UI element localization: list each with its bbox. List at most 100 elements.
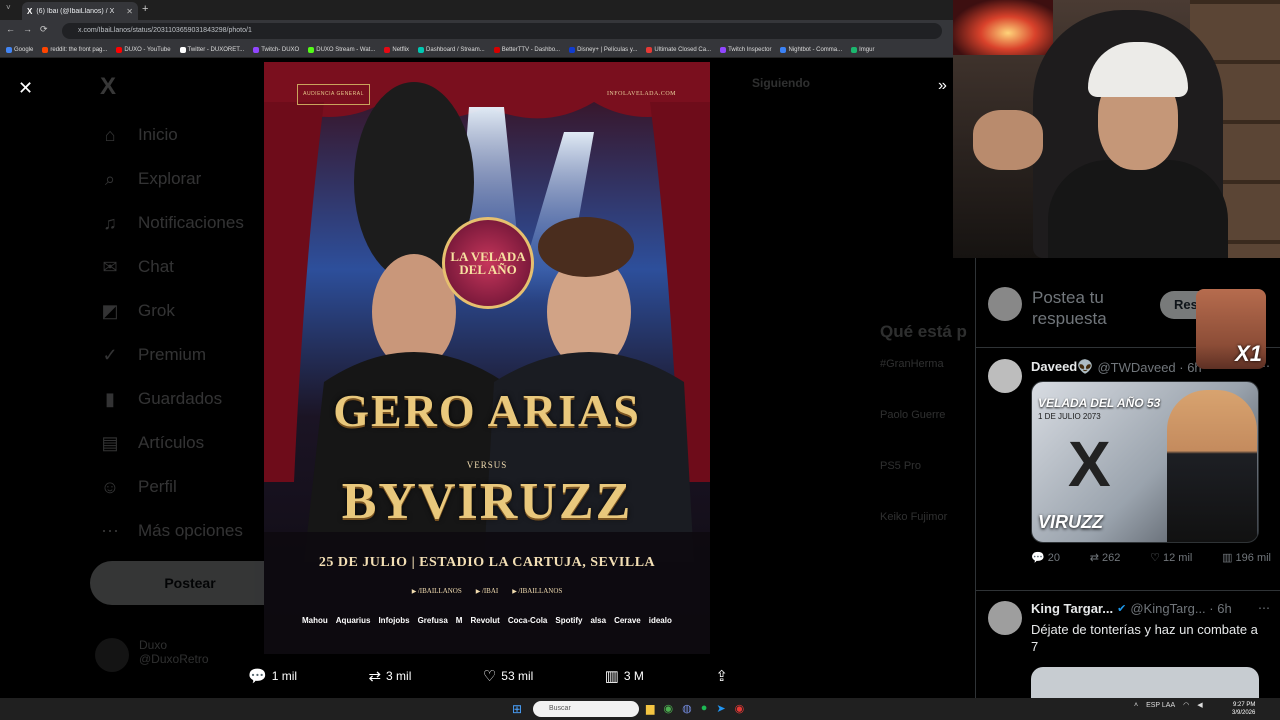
volume-icon[interactable]: ◀ <box>1197 701 1202 709</box>
sidenav-item-icon: ☺ <box>100 476 120 497</box>
trend-item[interactable]: Keiko Fujimor <box>880 504 975 531</box>
file-explorer-icon[interactable]: ▆ <box>646 702 654 715</box>
bookmark-favicon-icon <box>646 46 653 53</box>
account-switcher[interactable]: Duxo @DuxoRetro <box>95 638 209 672</box>
bookmark-favicon-icon <box>42 46 49 53</box>
discord-icon[interactable]: ◍ <box>682 702 692 715</box>
chrome-icon[interactable]: ◉ <box>663 702 673 715</box>
bookmark-item[interactable]: reddit: the front pag... <box>42 46 107 53</box>
bookmark-item[interactable]: Netflix <box>384 46 410 53</box>
sidenav-item[interactable]: ☺ Perfil <box>90 465 280 509</box>
tweet-photo[interactable]: AUDIENCIA GENERAL INFOLAVELADA.COM LA VE… <box>264 62 710 654</box>
tweet-media[interactable] <box>1031 667 1259 698</box>
tweet-author-handle[interactable]: @KingTarg... · 6h <box>1130 601 1231 616</box>
tab-search-icon[interactable]: ˅ <box>6 3 11 12</box>
media-x-logo-icon: X <box>1068 428 1111 500</box>
tray-chevron-icon[interactable]: ˄ <box>1134 702 1138 709</box>
url-field[interactable]: x.com/IbaiLlanos/status/2031103659031843… <box>62 23 942 39</box>
reply-action[interactable]: 💬 1 mil <box>248 667 297 685</box>
reply-icon: 💬 <box>248 668 267 685</box>
bookmark-item[interactable]: DUXO Stream - Wat... <box>308 46 375 53</box>
like-action[interactable]: ♡ 53 mil <box>483 667 533 685</box>
tweet-reply-count: 20 <box>1047 552 1061 564</box>
trend-item[interactable]: PS5 Pro <box>880 453 975 480</box>
bookmark-item[interactable]: DUXO - YouTube <box>116 46 171 53</box>
browser-tab[interactable]: X (6) Ibai (@IbaiLlanos) / X ✕ <box>22 2 138 20</box>
bookmark-label: Imgur <box>859 46 875 53</box>
x-home-logo-icon[interactable]: X <box>100 73 280 101</box>
sidenav-item[interactable]: ⌕ Explorar <box>90 157 280 201</box>
views-action[interactable]: ▥ 3 M <box>605 667 644 685</box>
bookmark-label: Dashboard / Stream... <box>426 46 485 53</box>
sidenav-item-label: Notificaciones <box>138 213 244 232</box>
tweet-avatar[interactable] <box>988 359 1022 393</box>
sidenav-item[interactable]: ✓ Premium <box>90 333 280 377</box>
reply-tweet[interactable]: King Targar... ✔ @KingTarg... · 6h ⋯ Déj… <box>988 601 1270 698</box>
sidenav-item[interactable]: ✉ Chat <box>90 245 280 289</box>
tweet-like-stat[interactable]: ♡ 12 mil <box>1150 551 1192 564</box>
bookmark-label: Netflix <box>392 46 410 53</box>
taskbar-search[interactable]: Buscar <box>533 701 639 717</box>
x-logo-icon: X <box>27 6 33 16</box>
tweet-author-name[interactable]: Daveed👽 <box>1031 359 1093 375</box>
tweet-media[interactable]: VELADA DEL AÑO 53 1 DE JULIO 2073 X VIRU… <box>1031 381 1259 543</box>
bookmark-label: DUXO - YouTube <box>124 46 171 53</box>
wifi-icon[interactable]: ◠ <box>1183 701 1189 709</box>
sidenav-item-icon: ⋯ <box>101 520 119 541</box>
bookmark-item[interactable]: Dashboard / Stream... <box>418 46 485 53</box>
more-options-icon[interactable]: ⋯ <box>1258 601 1270 615</box>
tweet-views-stat[interactable]: ▥ 196 mil <box>1222 551 1271 564</box>
spotify-icon[interactable]: ● <box>701 702 708 715</box>
sidenav-item[interactable]: ▤ Artículos <box>90 421 280 465</box>
taskbar-apps: ▆ ◉ ◍ ● ➤ ◉ <box>646 702 744 715</box>
navigation-buttons[interactable]: ←→⟳ <box>6 24 56 35</box>
bookmark-item[interactable]: BetterTTV - Dashbo... <box>493 46 560 53</box>
trend-item[interactable]: #GranHerma <box>880 351 975 378</box>
sidenav-item[interactable]: ♫ Notificaciones <box>90 201 280 245</box>
bookmark-item[interactable]: Twitch Inspector <box>720 46 771 53</box>
bookmark-item[interactable]: Disney+ | Películas y... <box>569 46 637 53</box>
media-date: 1 DE JULIO 2073 <box>1038 412 1101 421</box>
tweet-author-handle[interactable]: @TWDaveed · 6h <box>1097 360 1201 375</box>
new-tab-button[interactable]: + <box>142 3 148 15</box>
collapse-panel-icon[interactable]: » <box>938 77 947 95</box>
chrome-alt-icon[interactable]: ◉ <box>735 702 745 715</box>
bookmark-favicon-icon <box>384 46 391 53</box>
share-action[interactable]: ⇪ <box>715 667 728 685</box>
bookmark-item[interactable]: Ultimate Closed Ca... <box>646 46 711 53</box>
trend-item[interactable]: Paolo Guerre <box>880 402 975 429</box>
taskbar-clock[interactable]: 9:27 PM 3/9/2026 <box>1232 701 1255 717</box>
views-icon: ▥ <box>604 668 619 685</box>
sidenav-item[interactable]: ▮ Guardados <box>90 377 280 421</box>
reply-input[interactable]: Postea tu respuesta <box>1032 287 1147 327</box>
bookmark-item[interactable]: Nightbot - Comma... <box>780 46 842 53</box>
close-media-icon[interactable]: ✕ <box>18 78 33 99</box>
tweet-author-name[interactable]: King Targar... <box>1031 601 1113 616</box>
following-button[interactable]: Siguiendo <box>752 76 810 90</box>
post-button[interactable]: Postear <box>90 561 290 605</box>
tray-lang[interactable]: ESP LAA <box>1146 702 1175 709</box>
tweet-reply-stat[interactable]: 💬 20 <box>1031 551 1060 564</box>
sidenav-item[interactable]: ⌂ Inicio <box>90 113 280 157</box>
reply-tweet[interactable]: Daveed👽 @TWDaveed · 6h ⋯ VELADA DEL AÑO … <box>988 359 1271 579</box>
address-bar: ←→⟳ x.com/IbaiLlanos/status/203110365903… <box>0 20 955 42</box>
sponsor-logo: M <box>455 616 463 625</box>
clock-date: 3/9/2026 <box>1232 710 1256 716</box>
bookmark-item[interactable]: Imgur <box>851 46 875 53</box>
poster-handle: /IBAILLANOS <box>412 587 462 595</box>
bookmark-item[interactable]: Twitch- DUXO <box>253 46 299 53</box>
tab-close-icon[interactable]: ✕ <box>126 7 133 16</box>
sidenav-item[interactable]: ◩ Grok <box>90 289 280 333</box>
screen: ˅ X (6) Ibai (@IbaiLlanos) / X ✕ + ←→⟳ x… <box>0 0 1280 720</box>
sponsor-logo: Mahou <box>302 616 328 625</box>
bookmark-favicon-icon <box>179 46 186 53</box>
sidenav-item[interactable]: ⋯ Más opciones <box>90 509 280 553</box>
windows-start-icon[interactable]: ⊞ <box>512 702 522 716</box>
repost-action[interactable]: ⇄ 3 mil <box>368 667 411 685</box>
media-person <box>1167 390 1257 542</box>
bookmark-item[interactable]: Twitter - DUXORET... <box>179 46 244 53</box>
bookmark-item[interactable]: Google <box>6 46 33 53</box>
tweet-repost-stat[interactable]: ⇄ 262 <box>1090 551 1121 564</box>
telegram-icon[interactable]: ➤ <box>716 702 725 715</box>
tweet-avatar[interactable] <box>988 601 1022 635</box>
